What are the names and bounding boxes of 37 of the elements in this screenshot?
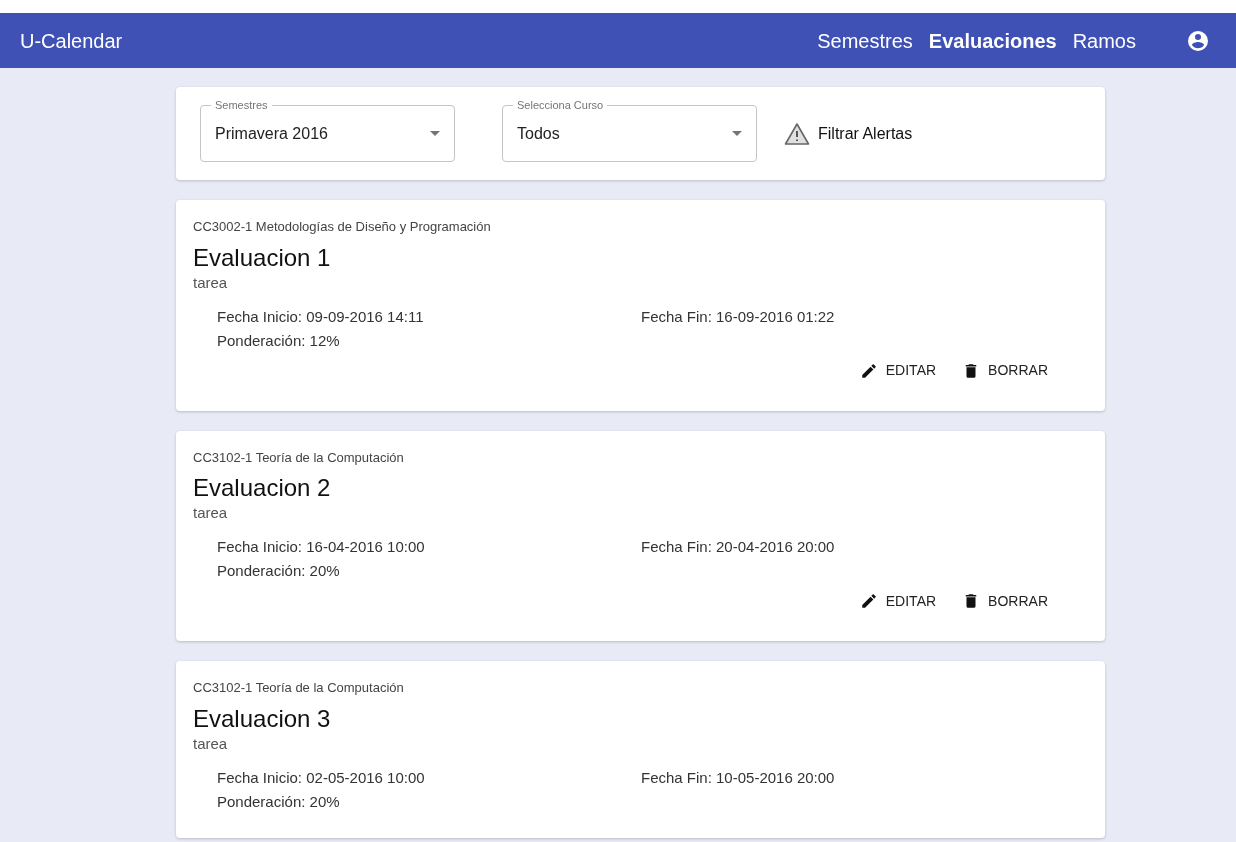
course-name: CC3102-1 Teoría de la Computación: [193, 679, 405, 697]
dropdown-caret-icon: [732, 131, 742, 136]
evaluation-title: Evaluacion 3: [193, 703, 332, 734]
pencil-icon: [859, 361, 878, 380]
warning-icon: [784, 121, 810, 146]
course-name: CC3002-1 Metodologías de Diseño y Programación: [193, 218, 492, 236]
evaluation-type: tarea: [193, 272, 229, 293]
field-value: Primavera 2016: [215, 123, 328, 144]
dropdown-caret-icon: [430, 131, 440, 136]
pencil-icon: [859, 592, 878, 610]
end-date: Fecha Fin: 10-05-2016 20:00: [641, 767, 836, 788]
evaluation-type: tarea: [193, 733, 229, 754]
start-date: Fecha Inicio: 09-09-2016 14:11: [217, 306, 425, 327]
course-name: CC3102-1 Teoría de la Computación: [193, 448, 405, 467]
end-date: Fecha Fin: 16-09-2016 01:22: [641, 306, 836, 327]
end-date: Fecha Fin: 20-04-2016 20:00: [641, 537, 836, 557]
nav-link[interactable]: Evaluaciones: [928, 25, 1057, 56]
account-icon[interactable]: [1186, 28, 1210, 53]
edit-button[interactable]: EDITAR: [851, 585, 945, 617]
weight: Ponderación: 20%: [217, 791, 341, 812]
filter-alerts-button[interactable]: Filtrar Alertas: [784, 121, 913, 146]
start-date: Fecha Inicio: 02-05-2016 10:00: [217, 767, 426, 788]
app-title: U-Calendar: [20, 28, 123, 54]
evaluation-title: Evaluacion 2: [193, 473, 332, 503]
edit-button[interactable]: EDITAR: [851, 354, 945, 387]
field-label: Semestres: [211, 98, 272, 112]
evaluation-title: Evaluacion 1: [193, 242, 332, 273]
field-value: Todos: [517, 123, 560, 144]
field-label: Selecciona Curso: [513, 98, 608, 112]
nav-link[interactable]: Semestres: [817, 25, 913, 56]
nav-link[interactable]: Ramos: [1072, 25, 1136, 56]
evaluation-type: tarea: [193, 503, 229, 523]
weight: Ponderación: 20%: [217, 561, 341, 581]
delete-button[interactable]: BORRAR: [954, 354, 1056, 387]
start-date: Fecha Inicio: 16-04-2016 10:00: [217, 537, 426, 557]
weight: Ponderación: 12%: [217, 330, 341, 351]
delete-button[interactable]: BORRAR: [954, 585, 1056, 617]
